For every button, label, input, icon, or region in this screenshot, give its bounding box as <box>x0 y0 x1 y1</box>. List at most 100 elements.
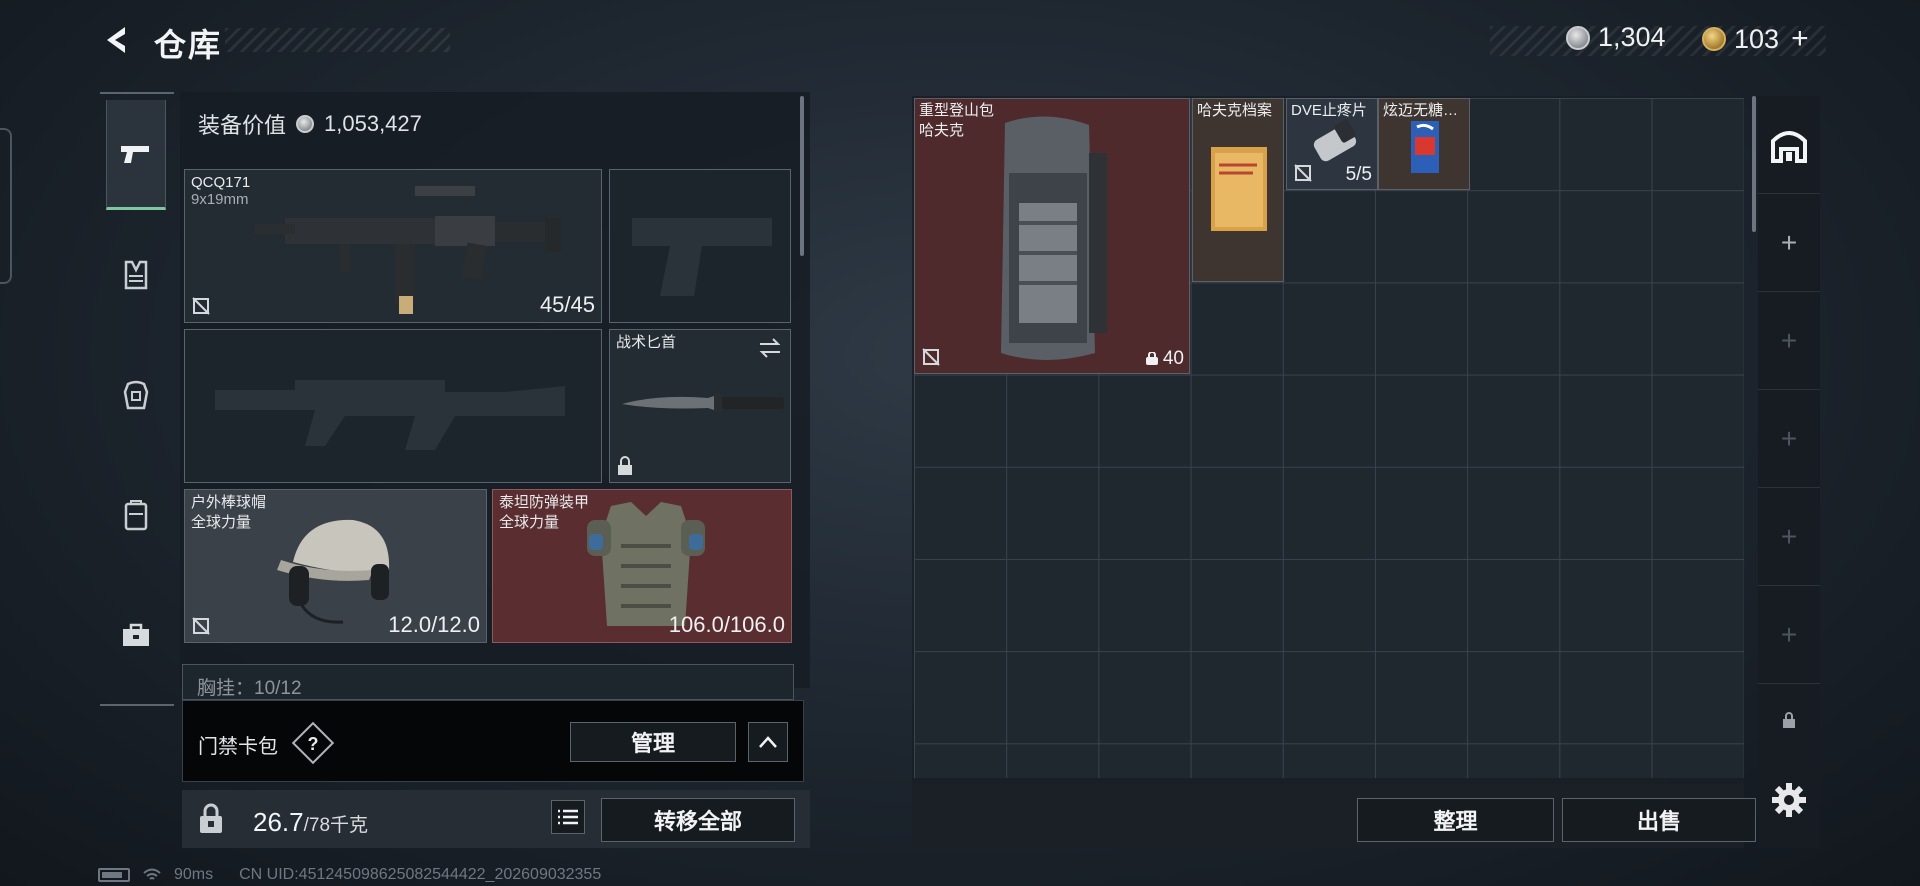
slot-armor[interactable]: 泰坦防弹装甲 全球力量 106.0/106.0 <box>492 489 792 643</box>
no-insurance-icon <box>192 617 210 635</box>
stash-tab-add-4[interactable]: + <box>1758 488 1820 586</box>
stash-tab-add-5[interactable]: + <box>1758 586 1820 684</box>
equipment-value-label: 装备价值 <box>198 113 287 138</box>
category-armor[interactable] <box>106 340 166 450</box>
category-weapons[interactable] <box>106 100 166 210</box>
stash-item-painkiller[interactable]: DVE止疼片 5/5 <box>1286 98 1378 190</box>
weight-lock[interactable] <box>188 796 234 842</box>
armor-name: 泰坦防弹装甲 <box>499 494 590 511</box>
gear-icon <box>1772 783 1806 817</box>
silver-coin-icon <box>296 115 315 133</box>
vest-icon <box>124 260 148 290</box>
backpack-icon <box>124 500 148 531</box>
slot-secondary-weapon[interactable] <box>184 329 602 483</box>
stash-scrollbar[interactable] <box>1752 96 1756 232</box>
plus-icon: + <box>1780 618 1798 650</box>
helmet-name: 户外棒球帽 <box>191 494 267 511</box>
slot-primary-weapon[interactable]: QCQ171 9x19mm 45/45 <box>184 169 602 323</box>
silver-coin-icon <box>1566 25 1590 50</box>
stash-tab-locked <box>1758 690 1820 750</box>
plus-icon: + <box>1780 422 1798 454</box>
currency-gold[interactable]: 103 + <box>1702 22 1809 56</box>
rifle-placeholder-icon <box>215 380 565 450</box>
pistol-icon <box>121 145 149 163</box>
stash-item-files[interactable]: 哈夫克档案 <box>1192 98 1284 282</box>
gum-pack-image <box>1411 121 1439 173</box>
category-case[interactable] <box>106 580 166 690</box>
slot-helmet[interactable]: 户外棒球帽 全球力量 12.0/12.0 <box>184 489 487 643</box>
wifi-icon <box>143 868 161 880</box>
cap-image <box>277 519 390 624</box>
item-count: 5/5 <box>1345 164 1372 185</box>
page-title: 仓库 <box>154 27 223 63</box>
padlock-icon <box>200 803 222 833</box>
title-decoration <box>225 28 450 52</box>
status-bar: 90ms CN UID:451245098625082544422_202609… <box>98 866 601 884</box>
help-button[interactable]: ? <box>298 729 328 759</box>
item-name: DVE止疼片 <box>1291 102 1367 119</box>
slot-melee[interactable]: 战术匕首 <box>609 329 791 483</box>
collapse-button[interactable] <box>748 722 788 762</box>
plus-icon: + <box>1780 226 1798 258</box>
stash-grid[interactable]: 重型登山包 哈夫克 40 哈夫克档案 DVE止疼片 5/5 炫迈无糖… <box>914 98 1744 778</box>
back-button[interactable] <box>96 22 136 58</box>
back-arrow-icon <box>107 27 125 53</box>
settings-button[interactable] <box>1758 752 1820 848</box>
item-name: 重型登山包 <box>919 102 995 119</box>
side-drawer-handle[interactable] <box>0 128 12 284</box>
ping-readout: 90ms <box>174 866 214 883</box>
sort-button[interactable]: 整理 <box>1357 798 1554 842</box>
no-insurance-icon <box>192 297 210 315</box>
equipment-scrollbar[interactable] <box>800 96 804 256</box>
no-insurance-icon <box>1294 164 1312 182</box>
armor-durability: 106.0/106.0 <box>668 612 785 637</box>
chest-rig-label: 胸挂：10/12 <box>197 678 302 699</box>
stash-item-gum[interactable]: 炫迈无糖… <box>1378 98 1470 190</box>
battery-icon <box>98 868 130 882</box>
list-view-button[interactable] <box>551 800 585 834</box>
stash-tab-add-1[interactable]: + <box>1758 194 1820 292</box>
transfer-all-button[interactable]: 转移全部 <box>601 798 795 842</box>
helmet-brand: 全球力量 <box>191 514 252 531</box>
equipment-value: 装备价值 1,053,427 <box>198 108 422 140</box>
swap-icon[interactable] <box>758 338 782 358</box>
gold-amount: 103 <box>1734 23 1780 54</box>
category-backpack[interactable] <box>106 460 166 570</box>
briefcase-icon <box>123 623 149 646</box>
equipment-value-amount: 1,053,427 <box>324 111 422 136</box>
weapon-ammo-count: 45/45 <box>539 292 595 317</box>
plus-icon: + <box>1780 324 1798 356</box>
stash-tab-main[interactable] <box>1758 96 1820 194</box>
lock-icon <box>618 456 632 475</box>
gold-coin-icon <box>1702 27 1726 51</box>
item-capacity: 40 <box>1145 348 1184 370</box>
category-chest-rig[interactable] <box>106 220 166 330</box>
stash-tab-add-2[interactable]: + <box>1758 292 1820 390</box>
stash-tab-add-3[interactable]: + <box>1758 390 1820 488</box>
pill-bottle-image <box>1313 119 1357 162</box>
warehouse-icon <box>1771 130 1807 163</box>
item-count: 40 <box>1162 348 1184 369</box>
slot-chest-rig[interactable]: 胸挂：10/12 <box>182 664 794 700</box>
weight-readout: 26.7/78千克 <box>253 807 368 838</box>
pistol-placeholder-icon <box>632 218 772 296</box>
chevron-up-icon <box>759 736 777 748</box>
bag-capacity-icon <box>1145 352 1158 365</box>
backpack-image <box>1001 116 1107 360</box>
no-insurance-icon <box>922 348 940 366</box>
manage-button[interactable]: 管理 <box>570 722 736 762</box>
helmet-durability: 12.0/12.0 <box>388 612 480 637</box>
keycard-label: 门禁卡包 <box>198 736 278 758</box>
weight-max: /78千克 <box>303 815 369 836</box>
list-icon <box>558 809 578 825</box>
sell-button[interactable]: 出售 <box>1562 798 1756 842</box>
silver-amount: 1,304 <box>1598 22 1666 52</box>
stash-item-backpack[interactable]: 重型登山包 哈夫克 40 <box>914 98 1190 374</box>
folder-image <box>1211 147 1267 231</box>
knife-image <box>622 394 784 412</box>
slot-pistol[interactable] <box>609 169 791 323</box>
weapon-caliber: 9x19mm <box>191 191 249 208</box>
add-currency-button[interactable]: + <box>1791 22 1809 56</box>
currency-silver: 1,304 <box>1566 22 1666 53</box>
armor-icon <box>123 380 149 410</box>
